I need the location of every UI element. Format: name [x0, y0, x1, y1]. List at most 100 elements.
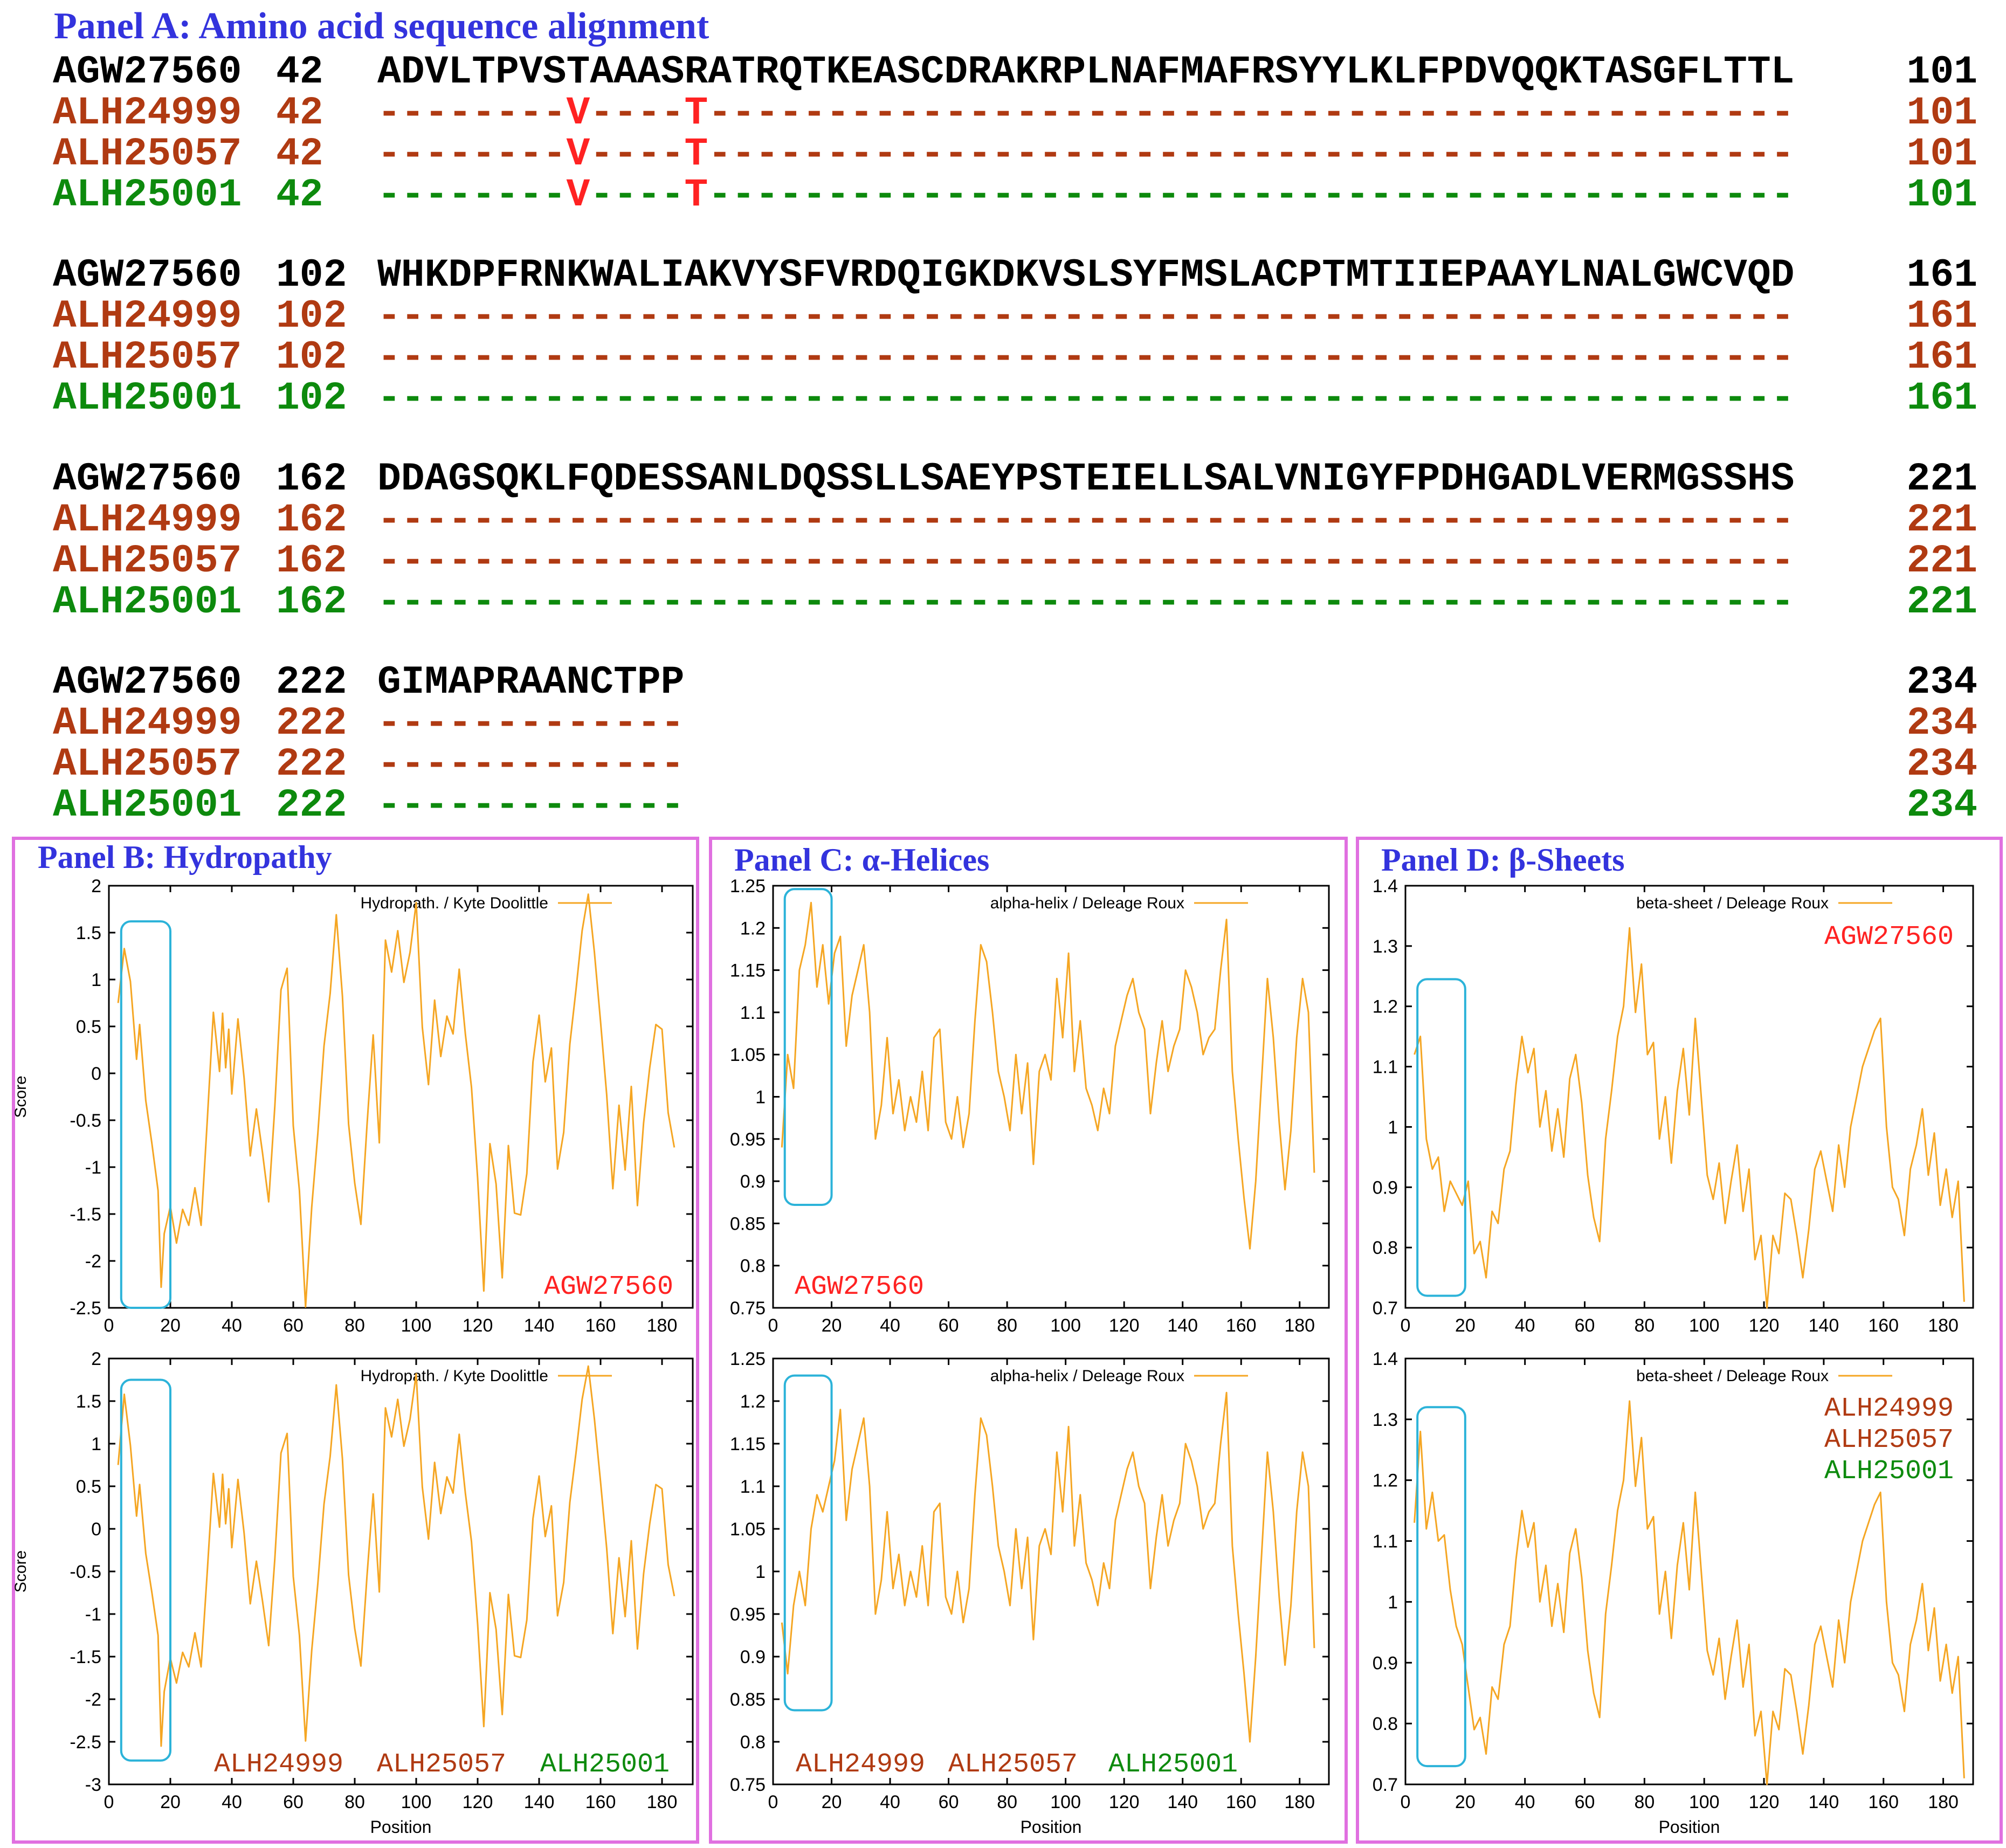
x-tick-label: 180 [647, 1792, 678, 1812]
beta-bottom-chart: 1.4 1.3 1.2 1.1 1 0.9 0.8 0.70 20 40 60 80 100 120 140… [1373, 1349, 1974, 1837]
y-tick-label: -1.5 [70, 1647, 101, 1667]
y-tick-label: -2.5 [70, 1298, 101, 1319]
x-tick-label: 80 [1634, 1792, 1655, 1812]
x-tick-label: 120 [1109, 1792, 1140, 1812]
y-tick-label: -2 [85, 1690, 101, 1710]
x-tick-label: 180 [1928, 1792, 1959, 1812]
x-tick-label: 100 [1050, 1792, 1081, 1812]
x-tick-label: 40 [1515, 1792, 1535, 1812]
x-tick-label: 60 [283, 1792, 304, 1812]
strain-label: ALH25001 [1108, 1749, 1238, 1780]
y-tick-label: 0.95 [730, 1129, 766, 1150]
y-tick-label: 0.75 [730, 1298, 766, 1319]
x-axis-label: Position [1021, 1817, 1082, 1837]
y-tick-label: 1.5 [76, 923, 101, 943]
y-axis-label: Score [12, 1075, 30, 1118]
legend-label: alpha-helix / Deleage Roux [990, 894, 1184, 912]
x-tick-label: 20 [160, 1315, 181, 1336]
x-tick-label: 100 [1689, 1792, 1720, 1812]
x-tick-label: 0 [1401, 1315, 1411, 1336]
x-tick-label: 40 [880, 1315, 900, 1336]
series-line [117, 893, 675, 1308]
x-tick-label: 40 [880, 1792, 900, 1812]
legend-label: beta-sheet / Deleage Roux [1636, 1367, 1829, 1385]
x-tick-label: 120 [463, 1792, 493, 1812]
y-tick-label: 1 [1388, 1117, 1398, 1137]
x-tick-label: 20 [822, 1792, 842, 1812]
x-tick-label: 140 [524, 1792, 555, 1812]
x-tick-label: 0 [1401, 1792, 1411, 1812]
y-tick-label: 1.05 [730, 1519, 766, 1540]
y-axis-label: Score [12, 1550, 30, 1592]
y-tick-label: 2 [91, 1349, 101, 1369]
x-tick-label: 140 [1167, 1792, 1198, 1812]
x-tick-label: 0 [768, 1315, 778, 1336]
y-tick-label: 1 [91, 970, 101, 990]
alpha-top-chart: 1.25 1.2 1.15 1.1 1.05 1 0.95 0.9 0.85 0.8 0.750 20… [730, 876, 1330, 1336]
y-tick-label: 1.1 [1373, 1532, 1398, 1552]
series-line [781, 1391, 1315, 1743]
x-tick-label: 20 [1455, 1315, 1476, 1336]
x-tick-label: 140 [1167, 1315, 1198, 1336]
y-tick-label: 1.2 [1373, 997, 1398, 1017]
x-tick-label: 20 [1455, 1792, 1476, 1812]
legend-label: alpha-helix / Deleage Roux [990, 1367, 1184, 1385]
y-tick-label: 1.2 [740, 1391, 766, 1412]
strain-label: ALH25001 [540, 1749, 670, 1780]
y-tick-label: 1.4 [1373, 876, 1398, 897]
x-tick-label: 180 [1284, 1315, 1315, 1336]
y-tick-label: -2.5 [70, 1732, 101, 1753]
x-tick-label: 40 [1515, 1315, 1535, 1336]
legend-label: Hydropath. / Kyte Doolittle [360, 894, 548, 912]
x-tick-label: 60 [1575, 1792, 1595, 1812]
x-tick-label: 0 [104, 1792, 114, 1812]
y-tick-label: 1 [91, 1434, 101, 1454]
y-tick-label: -0.5 [70, 1562, 101, 1582]
x-tick-label: 160 [1868, 1792, 1899, 1812]
y-tick-label: 0.8 [1373, 1714, 1398, 1734]
x-tick-label: 120 [463, 1315, 493, 1336]
x-tick-label: 60 [939, 1792, 959, 1812]
x-tick-label: 0 [768, 1792, 778, 1812]
plot-area [772, 1357, 1330, 1785]
y-tick-label: 1 [755, 1087, 766, 1108]
x-tick-label: 100 [1689, 1315, 1720, 1336]
x-tick-label: 80 [997, 1315, 1017, 1336]
y-tick-label: -0.5 [70, 1111, 101, 1131]
x-tick-label: 60 [283, 1315, 304, 1336]
y-tick-label: 0.7 [1373, 1298, 1398, 1319]
y-tick-label: 0 [91, 1064, 101, 1084]
strain-label: ALH25057 [1824, 1425, 1954, 1456]
highlight-box [1416, 1406, 1466, 1768]
highlight-box [783, 1374, 833, 1712]
x-tick-label: 180 [1284, 1792, 1315, 1812]
x-axis-label: Position [1659, 1817, 1720, 1837]
plot-area [772, 885, 1330, 1309]
y-tick-label: 1.05 [730, 1045, 766, 1065]
strain-label: ALH24999 [796, 1749, 925, 1780]
x-tick-label: 100 [401, 1315, 432, 1336]
y-tick-label: -1 [85, 1604, 101, 1625]
x-tick-label: 60 [1575, 1315, 1595, 1336]
alpha-bottom-chart: 1.25 1.2 1.15 1.1 1.05 1 0.95 0.9 0.85 0.8 0.750 20… [730, 1349, 1330, 1837]
legend-label: Hydropath. / Kyte Doolittle [360, 1367, 548, 1385]
y-tick-label: 0.8 [740, 1256, 766, 1277]
x-tick-label: 120 [1109, 1315, 1140, 1336]
strain-label: ALH24999 [214, 1749, 343, 1780]
y-tick-label: -3 [85, 1775, 101, 1795]
y-tick-label: 0.85 [730, 1213, 766, 1234]
strain-label: ALH25001 [1824, 1456, 1954, 1487]
y-tick-label: -2 [85, 1251, 101, 1272]
strain-label: AGW27560 [1824, 922, 1954, 953]
x-tick-label: 140 [1809, 1315, 1839, 1336]
hydro-top-chart: 21.510.50-0.5-1-1.5-2-2.50 20 40 60 80 100 120… [12, 876, 694, 1336]
y-tick-label: 0.9 [1373, 1653, 1398, 1673]
y-tick-label: 1.1 [740, 1477, 766, 1497]
y-tick-label: 1.4 [1373, 1349, 1398, 1369]
y-tick-label: 0.9 [1373, 1177, 1398, 1198]
y-tick-label: 1.15 [730, 961, 766, 981]
y-tick-label: 0.5 [76, 1477, 101, 1497]
x-tick-label: 120 [1749, 1315, 1780, 1336]
x-tick-label: 160 [1226, 1792, 1257, 1812]
x-tick-label: 180 [647, 1315, 678, 1336]
